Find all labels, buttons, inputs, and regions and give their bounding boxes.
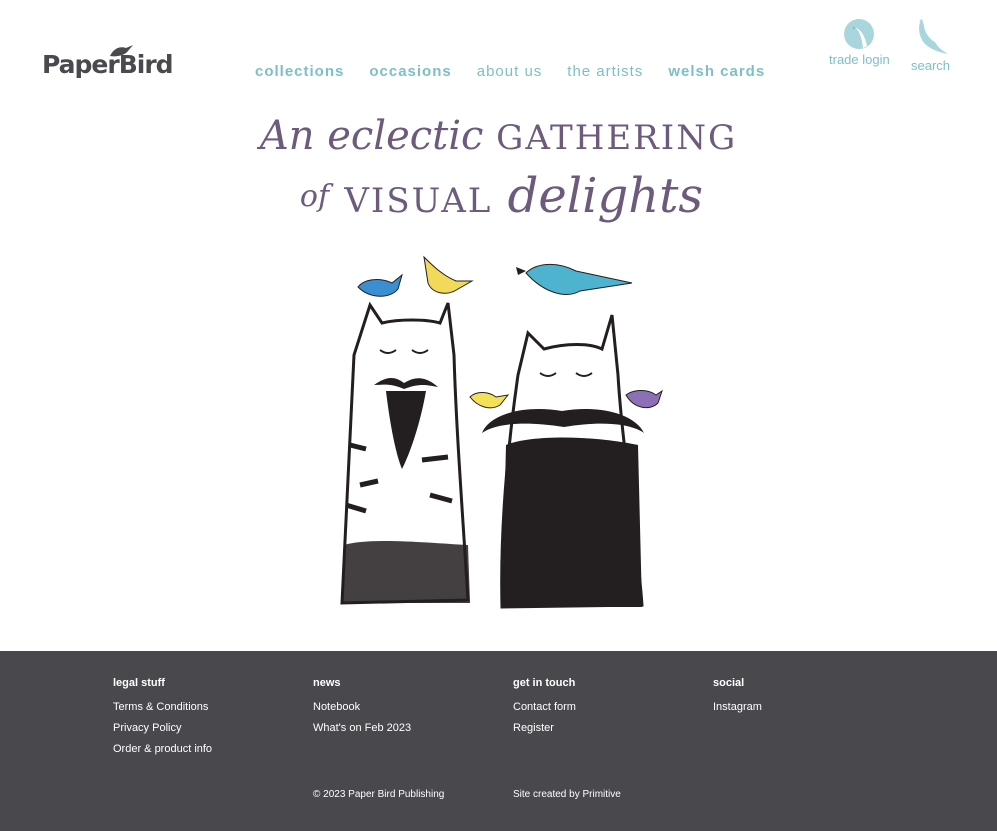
nav-the-artists[interactable]: the artists: [567, 63, 643, 80]
headline-line-1: An eclectic gathering: [0, 108, 997, 166]
headline-word: delights: [507, 168, 704, 224]
footer-link-order-info[interactable]: Order & product info: [113, 739, 293, 760]
hero-illustration: [340, 255, 663, 609]
headline-word: visual: [344, 181, 493, 221]
nav-collections[interactable]: collections: [255, 63, 344, 80]
search-label: search: [911, 58, 951, 73]
footer-heading: news: [313, 677, 341, 689]
footer-heading: get in touch: [513, 677, 576, 689]
nav-occasions[interactable]: occasions: [369, 63, 451, 80]
search-link[interactable]: search: [911, 18, 950, 73]
headline-word: gathering: [496, 118, 738, 158]
logo[interactable]: PaperBird: [42, 44, 174, 84]
bird-circle-icon: [844, 19, 875, 49]
footer-link-instagram[interactable]: Instagram: [713, 697, 893, 718]
footer-link-terms[interactable]: Terms & Conditions: [113, 697, 293, 718]
footer-column-legal: legal stuff Terms & Conditions Privacy P…: [113, 677, 293, 760]
footer-heading: legal stuff: [113, 677, 165, 689]
nav-about-us[interactable]: about us: [477, 63, 543, 80]
footer-link-privacy[interactable]: Privacy Policy: [113, 718, 293, 739]
left-cat: [340, 255, 474, 605]
footer-column-contact: get in touch Contact form Register: [513, 677, 693, 739]
nav-welsh-cards[interactable]: welsh cards: [668, 63, 765, 80]
right-cat: [469, 264, 663, 609]
footer-link-contact-form[interactable]: Contact form: [513, 697, 693, 718]
footer-column-social: social Instagram: [713, 677, 893, 718]
footer-column-news: news Notebook What's on Feb 2023: [313, 677, 493, 739]
main-nav: collections occasions about us the artis…: [255, 63, 790, 80]
site-footer: legal stuff Terms & Conditions Privacy P…: [0, 651, 997, 831]
headline-word: eclectic: [327, 113, 484, 159]
headline-word: of: [299, 179, 330, 214]
headline-word: An: [259, 113, 315, 159]
footer-link-whats-on[interactable]: What's on Feb 2023: [313, 718, 493, 739]
trade-login-label: trade login: [829, 52, 890, 67]
headline-line-2: of visual delights: [6, 166, 997, 231]
footer-link-register[interactable]: Register: [513, 718, 693, 739]
trade-login-link[interactable]: trade login: [829, 18, 890, 67]
site-credit-link[interactable]: Site created by Primitive: [513, 789, 621, 800]
footer-link-notebook[interactable]: Notebook: [313, 697, 493, 718]
footer-heading: social: [713, 677, 745, 689]
bird-icon: [918, 19, 948, 54]
copyright-text: © 2023 Paper Bird Publishing: [313, 789, 445, 800]
logo-bird-icon: [110, 45, 133, 57]
hero-headline: An eclectic gathering of visual delights: [0, 108, 997, 231]
